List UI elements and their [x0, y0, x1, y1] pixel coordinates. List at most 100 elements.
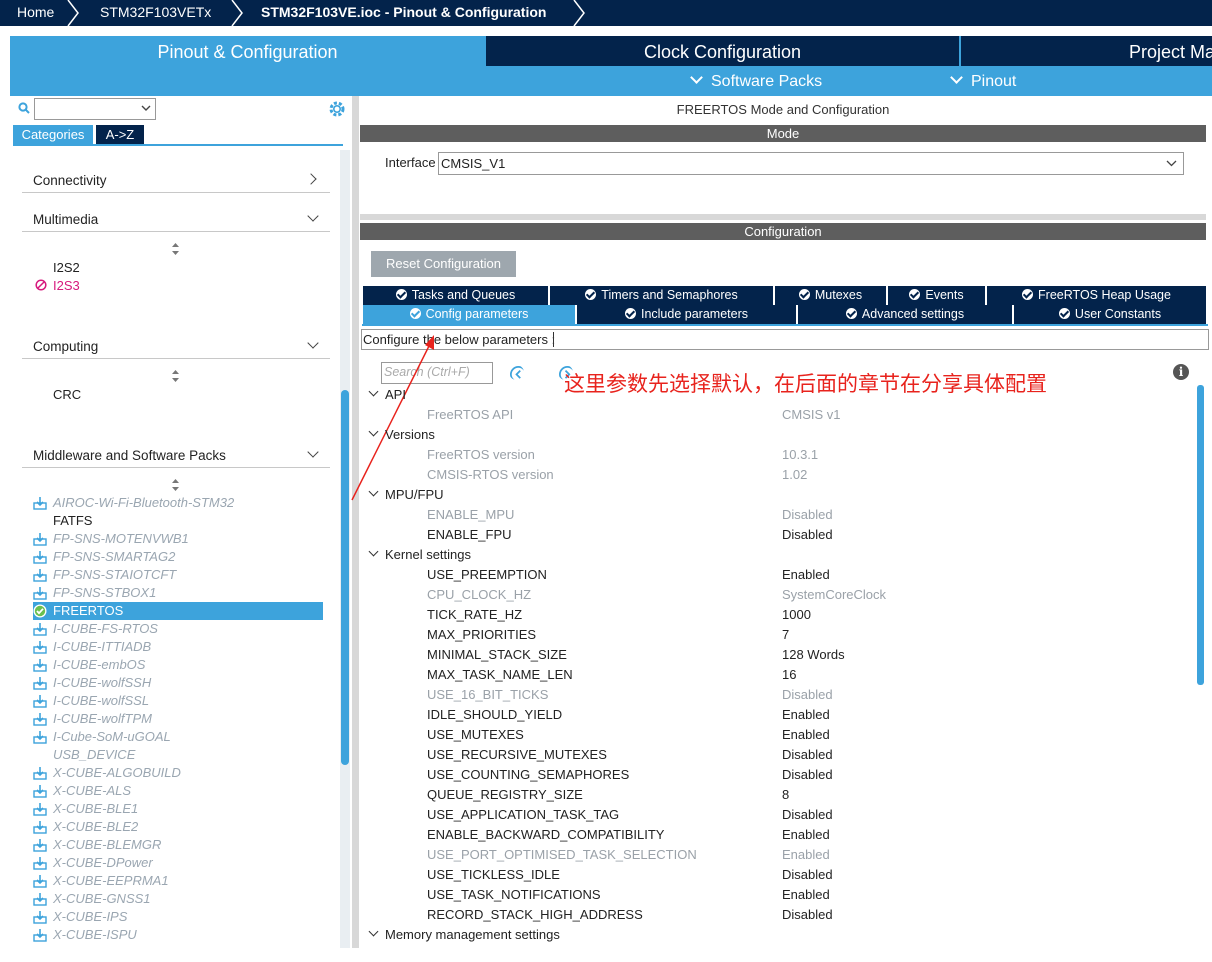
reset-configuration-button[interactable]: Reset Configuration [371, 251, 516, 277]
param-name[interactable]: CMSIS-RTOS version [427, 465, 554, 485]
param-name[interactable]: ENABLE_MPU [427, 505, 514, 525]
param-value[interactable]: Disabled [782, 905, 833, 925]
software-packs-menu[interactable]: Software Packs [690, 66, 822, 96]
param-value[interactable]: 16 [782, 665, 796, 685]
pack-item[interactable]: X-CUBE-ALGOBUILD [33, 764, 323, 782]
tab-clock-configuration[interactable]: Clock Configuration [486, 36, 959, 66]
pack-item[interactable]: I-CUBE-ITTIADB [33, 638, 323, 656]
pack-item[interactable]: I-CUBE-wolfSSH [33, 674, 323, 692]
pack-item[interactable]: AIROC-Wi-Fi-Bluetooth-STM32 [33, 494, 323, 512]
param-name[interactable]: ENABLE_BACKWARD_COMPATIBILITY [427, 825, 664, 845]
param-name[interactable]: USE_APPLICATION_TASK_TAG [427, 805, 619, 825]
panel-splitter[interactable] [352, 96, 359, 948]
param-name[interactable]: RECORD_STACK_HIGH_ADDRESS [427, 905, 643, 925]
param-value[interactable]: 1000 [782, 605, 811, 625]
param-name[interactable]: MAX_TASK_NAME_LEN [427, 665, 573, 685]
sort-icon[interactable] [171, 370, 180, 382]
param-name[interactable]: TICK_RATE_HZ [427, 605, 522, 625]
sort-icon[interactable] [171, 243, 180, 255]
param-value[interactable]: Disabled [782, 765, 833, 785]
pack-item[interactable]: USB_DEVICE [33, 746, 323, 764]
pack-item[interactable]: FREERTOS [33, 602, 323, 620]
param-name[interactable]: MINIMAL_STACK_SIZE [427, 645, 567, 665]
param-value[interactable]: Enabled [782, 565, 830, 585]
sort-icon[interactable] [171, 479, 180, 491]
param-value[interactable]: 1.02 [782, 465, 807, 485]
pack-item[interactable]: I-Cube-SoM-uGOAL [33, 728, 323, 746]
param-name[interactable]: ENABLE_FPU [427, 525, 512, 545]
pack-item[interactable]: FP-SNS-STBOX1 [33, 584, 323, 602]
list-item-i2s2[interactable]: I2S2 [53, 260, 80, 275]
breadcrumb-file[interactable]: STM32F103VE.ioc - Pinout & Configuration [261, 0, 546, 26]
pinout-menu[interactable]: Pinout [950, 66, 1016, 96]
param-name[interactable]: USE_PORT_OPTIMISED_TASK_SELECTION [427, 845, 697, 865]
tab-include-parameters[interactable]: Include parameters [577, 305, 796, 324]
search-combo[interactable] [34, 98, 156, 120]
pack-item[interactable]: X-CUBE-BLEMGR [33, 836, 323, 854]
tab-config-parameters[interactable]: Config parameters [363, 305, 575, 324]
param-name[interactable]: QUEUE_REGISTRY_SIZE [427, 785, 583, 805]
param-name[interactable]: FreeRTOS version [427, 445, 535, 465]
param-name[interactable]: CPU_CLOCK_HZ [427, 585, 531, 605]
breadcrumb-home[interactable]: Home [17, 0, 54, 26]
tab-advanced-settings[interactable]: Advanced settings [798, 305, 1012, 324]
param-value[interactable]: 7 [782, 625, 789, 645]
param-group-mpu[interactable]: MPU/FPU [385, 487, 444, 502]
interface-select[interactable]: CMSIS_V1 [438, 152, 1184, 175]
pack-item[interactable]: X-CUBE-ALS [33, 782, 323, 800]
param-group-kernel[interactable]: Kernel settings [385, 547, 471, 562]
param-name[interactable]: USE_TASK_NOTIFICATIONS [427, 885, 601, 905]
param-name[interactable]: USE_PREEMPTION [427, 565, 547, 585]
param-name[interactable]: USE_COUNTING_SEMAPHORES [427, 765, 629, 785]
param-name[interactable]: USE_RECURSIVE_MUTEXES [427, 745, 607, 765]
pack-item[interactable]: I-CUBE-FS-RTOS [33, 620, 323, 638]
breadcrumb-mcu[interactable]: STM32F103VETx [100, 0, 211, 26]
param-value[interactable]: Disabled [782, 685, 833, 705]
pack-item[interactable]: FATFS [33, 512, 323, 530]
pack-item[interactable]: X-CUBE-DPower [33, 854, 323, 872]
param-name[interactable]: MAX_PRIORITIES [427, 625, 536, 645]
param-group-api[interactable]: API [385, 387, 406, 402]
section-multimedia[interactable]: Multimedia [33, 212, 98, 227]
pack-item[interactable]: X-CUBE-ISPU [33, 926, 323, 944]
pack-item[interactable]: FP-SNS-STAIOTCFT [33, 566, 323, 584]
pack-item[interactable]: FP-SNS-MOTENVWB1 [33, 530, 323, 548]
tab-categories[interactable]: Categories [13, 125, 93, 144]
pack-item[interactable]: X-CUBE-BLE1 [33, 800, 323, 818]
param-value[interactable]: Enabled [782, 725, 830, 745]
pack-item[interactable]: I-CUBE-wolfTPM [33, 710, 323, 728]
tab-events[interactable]: Events [888, 286, 985, 305]
pack-item[interactable]: X-CUBE-IPS [33, 908, 323, 926]
tab-project-manager[interactable]: Project Ma [961, 36, 1212, 66]
tab-a-to-z[interactable]: A->Z [96, 125, 144, 144]
tab-pinout-configuration[interactable]: Pinout & Configuration [10, 36, 485, 66]
pack-item[interactable]: X-CUBE-EEPRMA1 [33, 872, 323, 890]
chevron-down-icon[interactable] [368, 546, 379, 557]
param-name[interactable]: USE_MUTEXES [427, 725, 524, 745]
info-icon[interactable]: i [1173, 364, 1189, 380]
tab-tasks-and-queues[interactable]: Tasks and Queues [363, 286, 548, 305]
param-value[interactable]: 8 [782, 785, 789, 805]
section-splitter[interactable] [360, 214, 1206, 220]
param-value[interactable]: Disabled [782, 525, 833, 545]
param-name[interactable]: FreeRTOS API [427, 405, 513, 425]
pack-item[interactable]: X-CUBE-GNSS1 [33, 890, 323, 908]
param-value[interactable]: Disabled [782, 745, 833, 765]
tab-timers-and-semaphores[interactable]: Timers and Semaphores [550, 286, 773, 305]
tab-mutexes[interactable]: Mutexes [775, 286, 886, 305]
scrollbar-thumb[interactable] [1197, 385, 1204, 685]
pack-item[interactable]: FP-SNS-SMARTAG2 [33, 548, 323, 566]
list-item-crc[interactable]: CRC [53, 387, 81, 402]
param-group-memory[interactable]: Memory management settings [385, 927, 560, 942]
param-group-versions[interactable]: Versions [385, 427, 435, 442]
param-value[interactable]: Enabled [782, 845, 830, 865]
previous-match-icon[interactable] [509, 365, 524, 380]
pack-item[interactable]: I-CUBE-embOS [33, 656, 323, 674]
param-value[interactable]: Enabled [782, 705, 830, 725]
tab-freertos-heap-usage[interactable]: FreeRTOS Heap Usage [987, 286, 1206, 305]
param-name[interactable]: IDLE_SHOULD_YIELD [427, 705, 562, 725]
param-name[interactable]: USE_TICKLESS_IDLE [427, 865, 560, 885]
gear-icon[interactable] [328, 100, 346, 118]
param-value[interactable]: Disabled [782, 805, 833, 825]
param-value[interactable]: Enabled [782, 825, 830, 845]
